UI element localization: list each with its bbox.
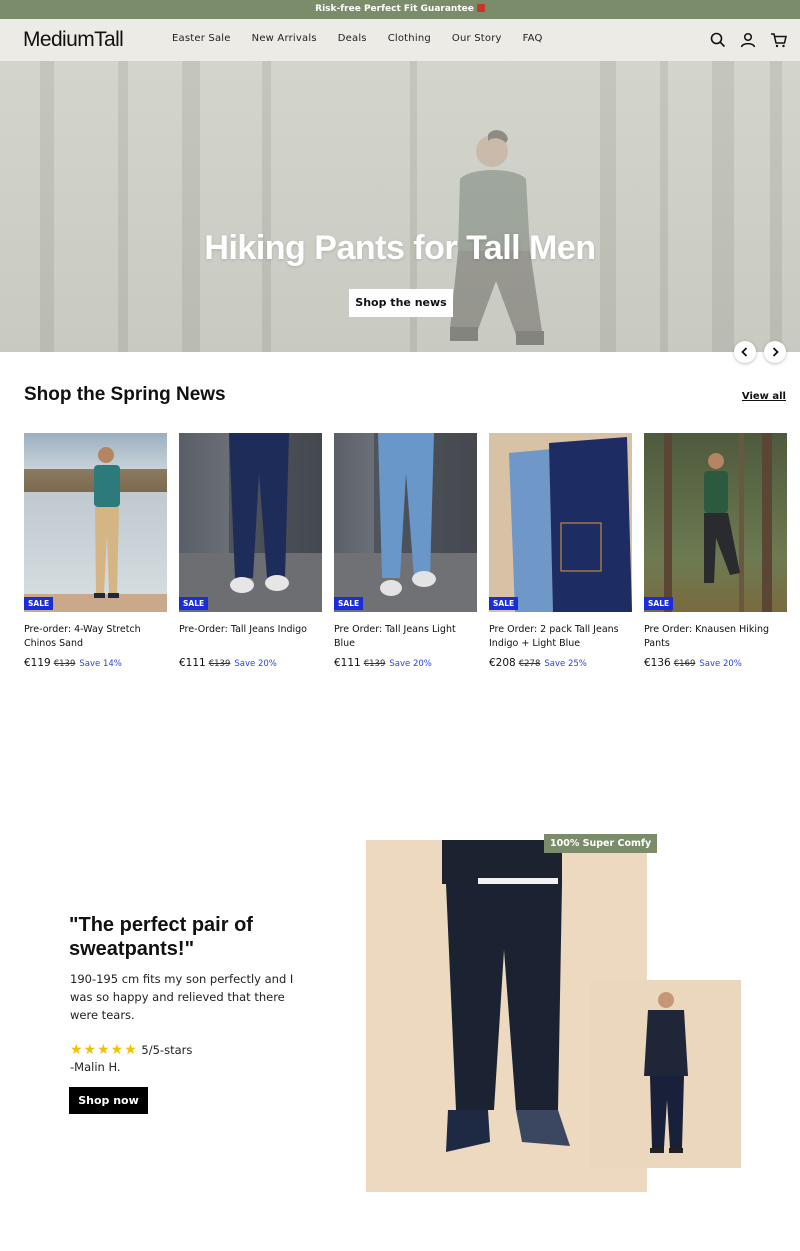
product-price: €111 €139 Save 20%: [179, 657, 322, 669]
chevron-left-icon: [741, 347, 748, 357]
shop-the-news-button[interactable]: Shop the news: [349, 289, 453, 317]
current-price: €136: [644, 657, 671, 669]
jeans-2-pack: [509, 437, 632, 612]
nav-deals[interactable]: Deals: [338, 33, 367, 44]
model-jeans-light-blue: [334, 433, 477, 612]
cart-icon[interactable]: [770, 31, 788, 49]
original-price: €139: [208, 659, 231, 669]
original-price: €139: [53, 659, 76, 669]
announcement-text: Risk-free Perfect Fit Guarantee: [315, 4, 474, 14]
model-jeans-indigo: [179, 433, 322, 612]
product-image[interactable]: SALE: [24, 433, 167, 612]
product-image[interactable]: SALE: [644, 433, 787, 612]
current-price: €111: [179, 657, 206, 669]
model-hiking-pants: [664, 433, 772, 612]
product-name[interactable]: Pre Order: Tall Jeans Light Blue: [334, 623, 477, 651]
sale-badge: SALE: [24, 597, 54, 610]
announcement-bar: Risk-free Perfect Fit Guarantee: [0, 0, 800, 19]
product-name[interactable]: Pre Order: 2 pack Tall Jeans Indigo + Li…: [489, 623, 632, 651]
site-header: MediumTall Easter Sale New Arrivals Deal…: [0, 19, 800, 61]
model-full-outfit: [644, 992, 688, 1153]
hero-title: Hiking Pants for Tall Men: [204, 229, 596, 267]
original-price: €169: [673, 659, 696, 669]
savings-label: Save 20%: [234, 659, 277, 669]
testimonial-author: -Malin H.: [70, 1060, 121, 1074]
nav-our-story[interactable]: Our Story: [452, 33, 502, 44]
carousel-next-button[interactable]: [764, 341, 786, 363]
view-all-link[interactable]: View all: [742, 391, 786, 402]
product-price: €111 €139 Save 20%: [334, 657, 477, 669]
product-card[interactable]: SALE Pre-order: 4-Way Stretch Chinos San…: [24, 433, 167, 669]
product-price: €208 €278 Save 25%: [489, 657, 632, 669]
search-icon[interactable]: [709, 31, 727, 49]
current-price: €119: [24, 657, 51, 669]
product-image[interactable]: SALE: [489, 433, 632, 612]
shop-now-button[interactable]: Shop now: [69, 1087, 148, 1114]
sale-badge: SALE: [179, 597, 209, 610]
model-chinos: [94, 447, 120, 598]
carousel-prev-button[interactable]: [734, 341, 756, 363]
testimonial-quote: "The perfect pair of sweatpants!": [69, 914, 253, 960]
section-title: Shop the Spring News: [24, 384, 226, 405]
nav-clothing[interactable]: Clothing: [388, 33, 431, 44]
star-rating-icons: ★★★★★: [70, 1042, 138, 1058]
current-price: €208: [489, 657, 516, 669]
nav-faq[interactable]: FAQ: [523, 33, 543, 44]
savings-label: Save 14%: [79, 659, 122, 669]
product-card[interactable]: SALE Pre-Order: Tall Jeans Indigo €111 €1…: [179, 433, 322, 669]
nav-new-arrivals[interactable]: New Arrivals: [252, 33, 317, 44]
original-price: €278: [518, 659, 541, 669]
savings-label: Save 25%: [544, 659, 587, 669]
savings-label: Save 20%: [389, 659, 432, 669]
hero-banner: Hiking Pants for Tall Men Shop the news: [0, 61, 800, 352]
chevron-right-icon: [772, 347, 779, 357]
product-name[interactable]: Pre-order: 4-Way Stretch Chinos Sand: [24, 623, 167, 651]
nav-easter-sale[interactable]: Easter Sale: [172, 33, 231, 44]
comfort-badge: 100% Super Comfy: [544, 834, 658, 853]
current-price: €111: [334, 657, 361, 669]
savings-label: Save 20%: [699, 659, 742, 669]
sale-badge: SALE: [644, 597, 674, 610]
product-image[interactable]: SALE: [334, 433, 477, 612]
product-card[interactable]: SALE Pre Order: Knausen Hiking Pants €13…: [644, 433, 787, 669]
main-nav: Easter Sale New Arrivals Deals Clothing …: [172, 33, 564, 44]
sale-badge: SALE: [334, 597, 364, 610]
logo[interactable]: MediumTall: [23, 28, 124, 52]
gift-icon: [476, 4, 485, 12]
sweatpants-full-body-image[interactable]: [590, 980, 741, 1168]
product-price: €136 €169 Save 20%: [644, 657, 787, 669]
rating-text: 5/5-stars: [141, 1043, 193, 1057]
product-name[interactable]: Pre-Order: Tall Jeans Indigo: [179, 623, 322, 651]
rating: ★★★★★ 5/5-stars: [70, 1042, 192, 1058]
product-price: €119 €139 Save 14%: [24, 657, 167, 669]
product-name[interactable]: Pre Order: Knausen Hiking Pants: [644, 623, 787, 651]
account-icon[interactable]: [739, 31, 757, 49]
sale-badge: SALE: [489, 597, 519, 610]
product-card[interactable]: SALE Pre Order: Tall Jeans Light Blue €1…: [334, 433, 477, 669]
testimonial-text: 190-195 cm fits my son perfectly and I w…: [70, 972, 294, 1022]
original-price: €139: [363, 659, 386, 669]
product-card[interactable]: SALE Pre Order: 2 pack Tall Jeans Indigo…: [489, 433, 632, 669]
product-image[interactable]: SALE: [179, 433, 322, 612]
